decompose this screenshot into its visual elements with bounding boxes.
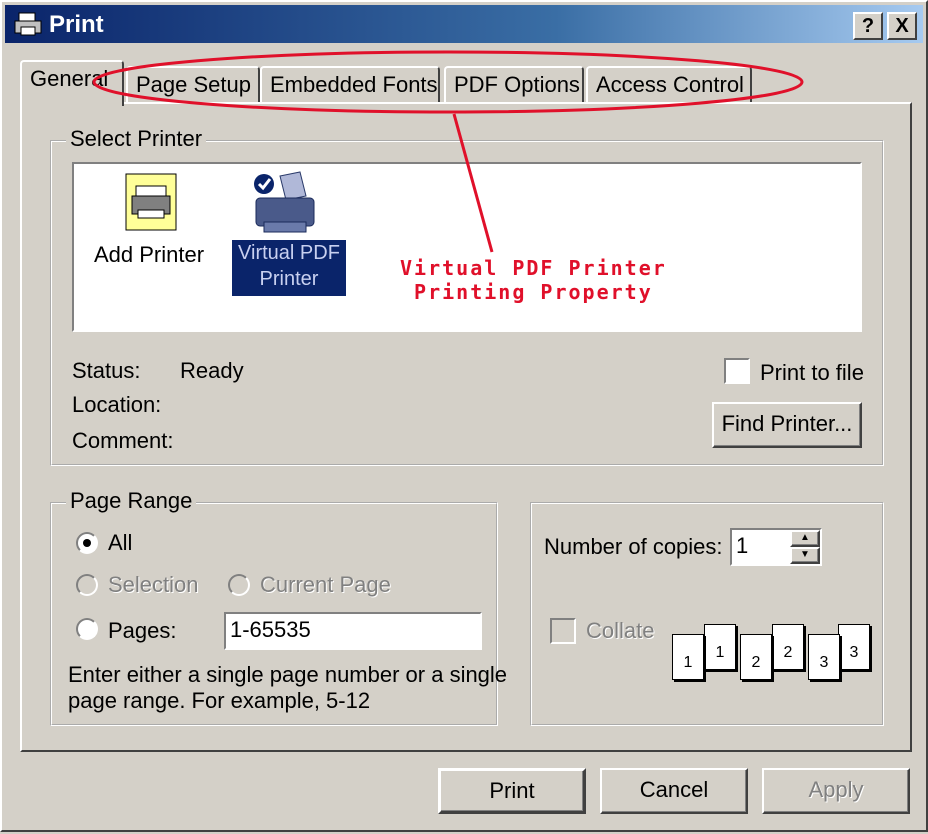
comment-label: Comment: <box>72 428 174 453</box>
page-range-help-line2: page range. For example, 5-12 <box>68 688 371 713</box>
radio-selection[interactable] <box>76 574 98 596</box>
collate-page: 1 <box>672 634 704 680</box>
print-to-file-checkbox[interactable] <box>724 358 750 384</box>
collate-page: 2 <box>740 634 772 680</box>
printer-label-line2: Printer <box>259 268 319 290</box>
collate-checkbox[interactable] <box>550 618 576 644</box>
printer-list[interactable]: Add Printer Virtual PDF Printer Virtual … <box>72 162 862 332</box>
virtual-pdf-printer-label: Virtual PDF Printer <box>232 240 346 296</box>
pages-input[interactable]: 1-65535 <box>224 612 482 650</box>
location-label: Location: <box>72 392 162 417</box>
status-value: Ready <box>180 358 244 383</box>
printer-app-icon <box>14 12 42 36</box>
select-printer-group: Select Printer Add Printer Virtual PDF P… <box>50 126 884 466</box>
radio-all-label[interactable]: All <box>108 530 132 556</box>
copies-spinner[interactable]: ▲ ▼ <box>790 530 820 564</box>
copies-group: Number of copies: 1 ▲ ▼ Collate 1 1 2 2 … <box>530 502 884 726</box>
annotation-line1: Virtual PDF Printer <box>400 256 667 280</box>
radio-current-page[interactable] <box>228 574 250 596</box>
tab-panel-general: Select Printer Add Printer Virtual PDF P… <box>20 102 912 752</box>
radio-all[interactable] <box>76 532 98 554</box>
tab-page-setup[interactable]: Page Setup <box>126 66 260 104</box>
add-printer-label: Add Printer <box>94 242 205 267</box>
printer-label-line1: Virtual PDF <box>238 242 340 264</box>
collate-page: 2 <box>772 624 804 670</box>
find-printer-button[interactable]: Find Printer... <box>712 402 862 448</box>
select-printer-legend: Select Printer <box>66 126 207 152</box>
print-button[interactable]: Print <box>438 768 586 814</box>
annotation-line2: Printing Property <box>414 280 653 304</box>
page-range-help-line1: Enter either a single page number or a s… <box>68 662 508 687</box>
radio-current-page-label[interactable]: Current Page <box>260 572 391 598</box>
printer-icon <box>254 171 315 233</box>
close-button[interactable]: X <box>887 12 917 40</box>
collate-page: 1 <box>704 624 736 670</box>
spin-down-button[interactable]: ▼ <box>790 547 820 564</box>
tab-embedded-fonts[interactable]: Embedded Fonts <box>260 66 440 104</box>
radio-pages-label[interactable]: Pages: <box>108 618 177 644</box>
number-of-copies-label: Number of copies: <box>544 534 723 559</box>
radio-selection-label[interactable]: Selection <box>108 572 199 598</box>
add-printer-icon <box>125 173 177 231</box>
apply-button[interactable]: Apply <box>762 768 910 814</box>
tab-general[interactable]: General <box>20 60 124 106</box>
print-dialog: Print ? X General Page Setup Embedded Fo… <box>0 0 928 832</box>
help-button[interactable]: ? <box>853 12 883 40</box>
title-bar[interactable]: Print ? X <box>5 5 923 43</box>
spin-up-button[interactable]: ▲ <box>790 530 820 547</box>
cancel-button[interactable]: Cancel <box>600 768 748 814</box>
annotation-text: Virtual PDF Printer Printing Property <box>400 256 667 304</box>
page-range-legend: Page Range <box>66 488 197 514</box>
radio-pages[interactable] <box>76 618 98 640</box>
window-title: Print <box>49 11 104 38</box>
print-to-file-label[interactable]: Print to file <box>760 360 864 386</box>
printer-item-virtual-pdf[interactable]: Virtual PDF Printer <box>232 170 348 300</box>
collate-page: 3 <box>808 634 840 680</box>
collate-label[interactable]: Collate <box>586 618 654 644</box>
tab-access-control[interactable]: Access Control <box>586 66 752 104</box>
printer-item-add[interactable]: Add Printer <box>94 170 224 280</box>
collate-page: 3 <box>838 624 870 670</box>
tab-pdf-options[interactable]: PDF Options <box>444 66 584 104</box>
page-range-group: Page Range All Selection Current Page Pa… <box>50 488 507 726</box>
status-label: Status: <box>72 358 141 383</box>
